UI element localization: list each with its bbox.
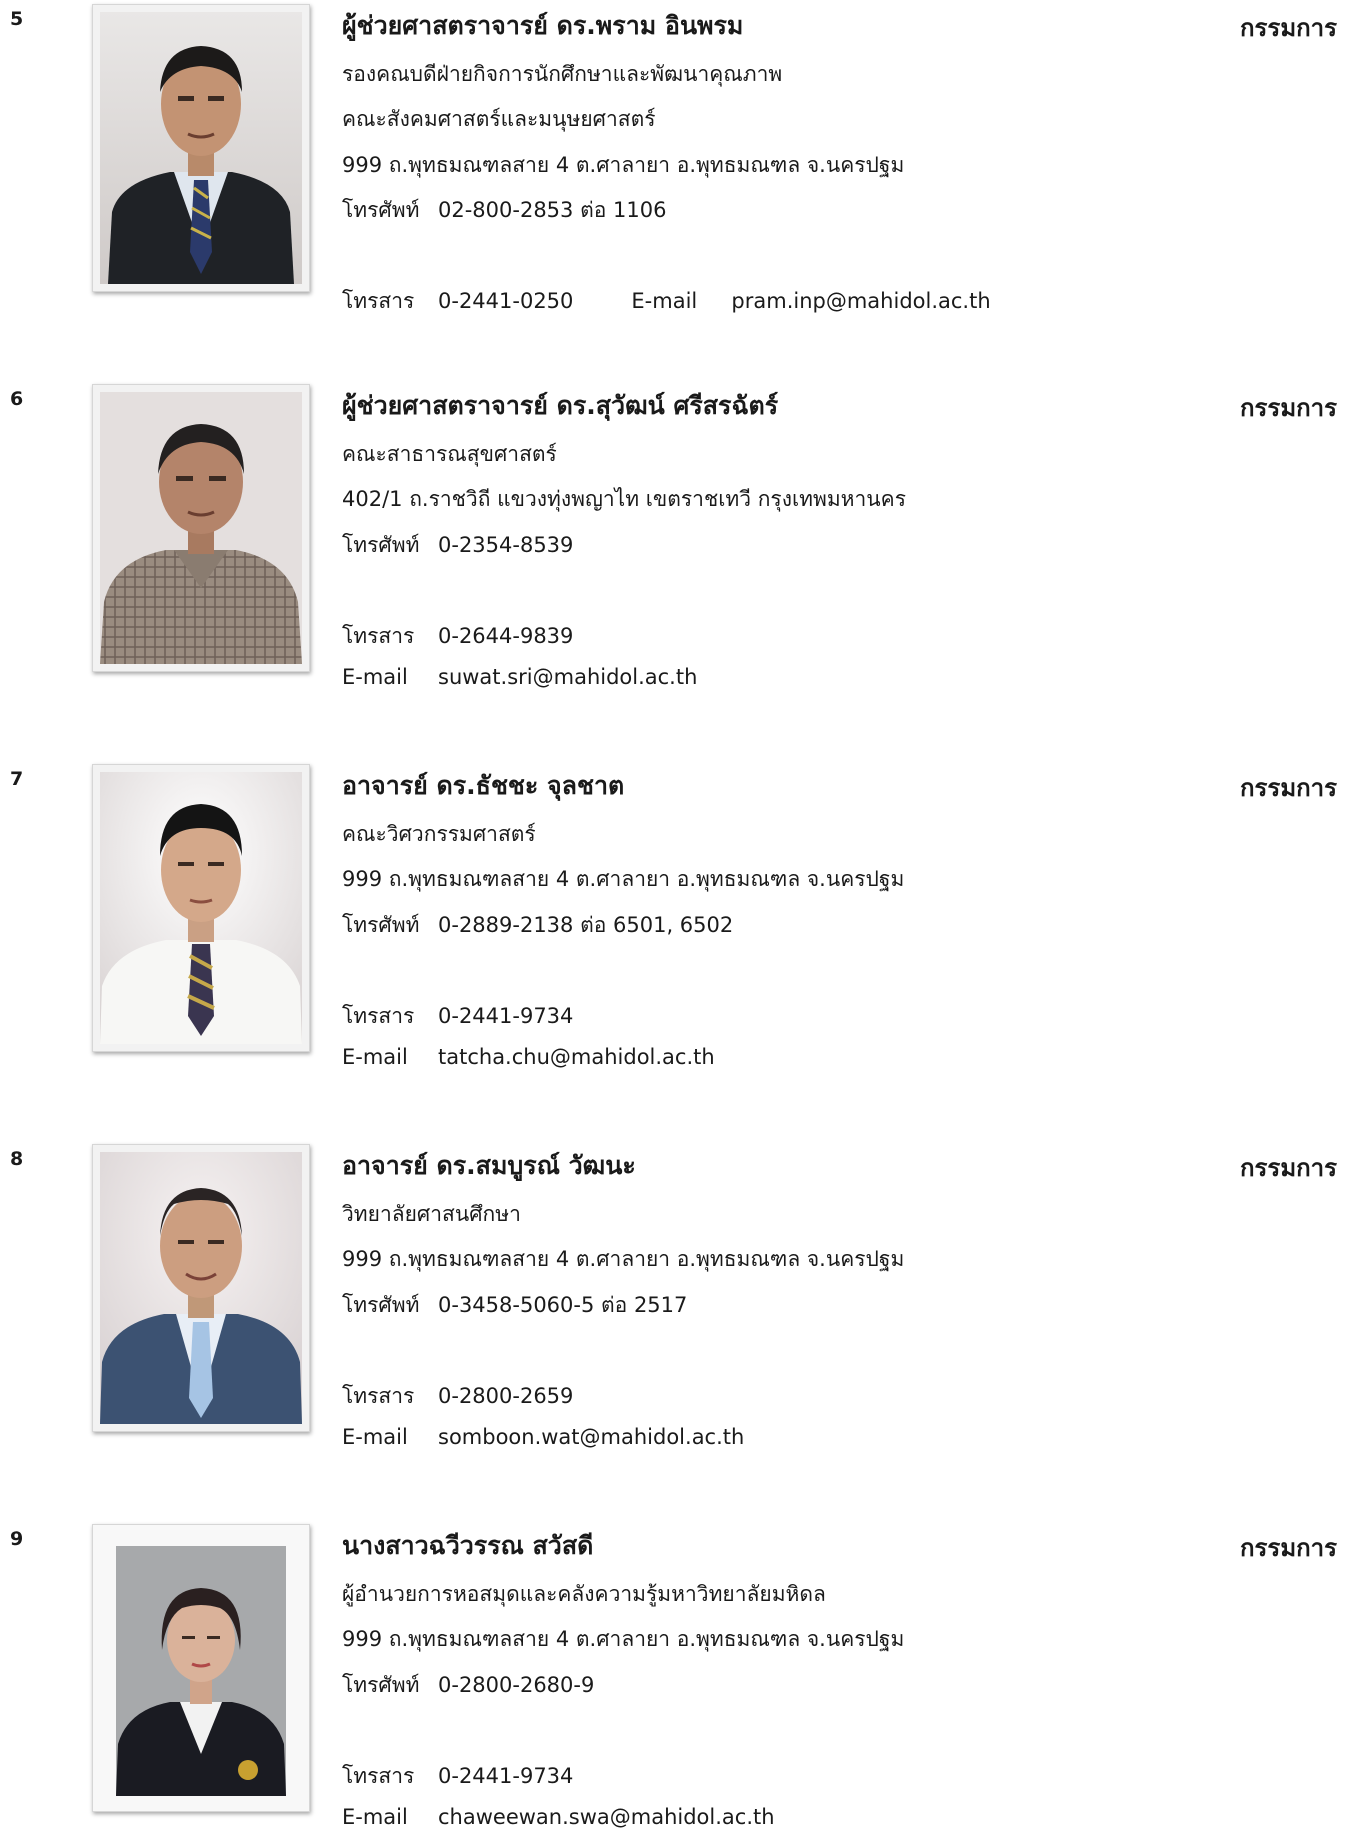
fax-row: โทรสาร 0-2441-9734 [342,1000,573,1033]
email-label: E-mail [342,1805,408,1829]
member-photo [100,1152,302,1424]
member-photo [100,12,302,284]
entry-number: 9 [10,1528,24,1550]
entry-number: 7 [10,768,24,790]
member-role: กรรมการ [1240,774,1338,802]
member-name: อาจารย์ ดร.ธัชชะ จุลชาต [342,771,625,800]
email-label: E-mail [342,1045,408,1069]
member-photo [100,392,302,664]
fax-label: โทรสาร [342,289,415,313]
fax-label: โทรสาร [342,1004,415,1028]
email-row: E-mail chaweewan.swa@mahidol.ac.th [342,1805,775,1829]
department-line: คณะสาธารณสุขศาสตร์ [342,442,557,466]
phone-value: 0-2889-2138 ต่อ 6501, 6502 [438,913,734,937]
email-label: E-mail [342,1425,408,1449]
member-role: กรรมการ [1240,394,1338,422]
fax-row: โทรสาร 0-2800-2659 [342,1380,573,1413]
phone-row: โทรศัพท์ 0-2800-2680-9 [342,1669,594,1702]
phone-row: โทรศัพท์ 0-2889-2138 ต่อ 6501, 6502 [342,909,733,942]
fax-row: โทรสาร 0-2644-9839 [342,620,573,653]
member-role: กรรมการ [1240,1154,1338,1182]
email-row: E-mail somboon.wat@mahidol.ac.th [342,1425,744,1449]
member-entry-8: 8 อาจารย์ ดร.สมบูรณ์ วัฒนะ กรรมการ วิทยา… [0,1140,1362,1520]
member-entry-7: 7 อาจารย์ ดร.ธัชชะ จุลชาต กรรมการ คณะวิศ… [0,760,1362,1140]
position-line: ผู้อำนวยการหอสมุดและคลังความรู้มหาวิทยาล… [342,1582,826,1606]
phone-label: โทรศัพท์ [342,198,420,222]
email-value[interactable]: pram.inp@mahidol.ac.th [731,289,990,313]
fax-label: โทรสาร [342,1764,415,1788]
phone-label: โทรศัพท์ [342,1293,420,1317]
member-photo-frame [92,384,310,672]
fax-email-row: โทรสาร 0-2441-0250 E-mail pram.inp@mahidol.… [342,285,991,318]
member-photo-frame [92,1144,310,1432]
member-role: กรรมการ [1240,14,1338,42]
phone-value: 0-2800-2680-9 [438,1673,595,1697]
member-name: นางสาวฉวีวรรณ สวัสดี [342,1531,594,1560]
member-entry-5: 5 ผู้ช่วยศาสตราจารย์ ดร.พราม อินพรม กรรม… [0,0,1362,380]
phone-value: 0-2354-8539 [438,533,574,557]
email-value[interactable]: suwat.sri@mahidol.ac.th [438,665,697,689]
member-role: กรรมการ [1240,1534,1338,1562]
address-line: 999 ถ.พุทธมณฑลสาย 4 ต.ศาลายา อ.พุทธมณฑล … [342,1247,905,1271]
member-entry-9: 9 นางสาวฉวีวรรณ สวัสดี กรรมการ ผู้อำนวยก… [0,1520,1362,1841]
fax-value: 0-2644-9839 [438,624,574,648]
email-row: E-mail tatcha.chu@mahidol.ac.th [342,1045,715,1069]
member-name: อาจารย์ ดร.สมบูรณ์ วัฒนะ [342,1151,636,1180]
phone-label: โทรศัพท์ [342,533,420,557]
email-label: E-mail [342,665,408,689]
member-entry-6: 6 ผู้ช่วยศาสตราจารย์ ดร.สุวัฒน์ ศรีสรฉัต… [0,380,1362,760]
phone-value: 0-3458-5060-5 ต่อ 2517 [438,1293,688,1317]
email-row: E-mail suwat.sri@mahidol.ac.th [342,665,697,689]
email-label: E-mail [631,289,698,313]
phone-row: โทรศัพท์ 02-800-2853 ต่อ 1106 [342,194,666,227]
phone-row: โทรศัพท์ 0-3458-5060-5 ต่อ 2517 [342,1289,687,1322]
address-line: 999 ถ.พุทธมณฑลสาย 4 ต.ศาลายา อ.พุทธมณฑล … [342,153,905,177]
entry-number: 6 [10,388,24,410]
department-line: คณะสังคมศาสตร์และมนุษยศาสตร์ [342,107,656,131]
fax-value: 0-2800-2659 [438,1384,574,1408]
member-photo [100,772,302,1044]
entry-number: 8 [10,1148,24,1170]
member-photo-frame [92,764,310,1052]
email-value[interactable]: somboon.wat@mahidol.ac.th [438,1425,744,1449]
fax-label: โทรสาร [342,624,415,648]
phone-label: โทรศัพท์ [342,1673,420,1697]
member-photo-frame [92,4,310,292]
phone-label: โทรศัพท์ [342,913,420,937]
department-line: คณะวิศวกรรมศาสตร์ [342,822,536,846]
phone-value: 02-800-2853 ต่อ 1106 [438,198,667,222]
email-value[interactable]: chaweewan.swa@mahidol.ac.th [438,1805,775,1829]
fax-label: โทรสาร [342,1384,415,1408]
entry-number: 5 [10,8,24,30]
fax-row: โทรสาร 0-2441-9734 [342,1760,573,1793]
phone-row: โทรศัพท์ 0-2354-8539 [342,529,573,562]
member-photo [100,1532,302,1804]
member-name: ผู้ช่วยศาสตราจารย์ ดร.สุวัฒน์ ศรีสรฉัตร์ [342,391,779,420]
fax-value: 0-2441-0250 [438,289,574,313]
member-photo-frame [92,1524,310,1812]
position-line: รองคณบดีฝ่ายกิจการนักศึกษาและพัฒนาคุณภาพ [342,62,783,86]
fax-value: 0-2441-9734 [438,1764,574,1788]
address-line: 402/1 ถ.ราชวิถี แขวงทุ่งพญาไท เขตราชเทวี… [342,487,906,511]
fax-value: 0-2441-9734 [438,1004,574,1028]
email-value[interactable]: tatcha.chu@mahidol.ac.th [438,1045,715,1069]
member-name: ผู้ช่วยศาสตราจารย์ ดร.พราม อินพรม [342,11,744,40]
address-line: 999 ถ.พุทธมณฑลสาย 4 ต.ศาลายา อ.พุทธมณฑล … [342,867,905,891]
address-line: 999 ถ.พุทธมณฑลสาย 4 ต.ศาลายา อ.พุทธมณฑล … [342,1627,905,1651]
department-line: วิทยาลัยศาสนศึกษา [342,1202,521,1226]
